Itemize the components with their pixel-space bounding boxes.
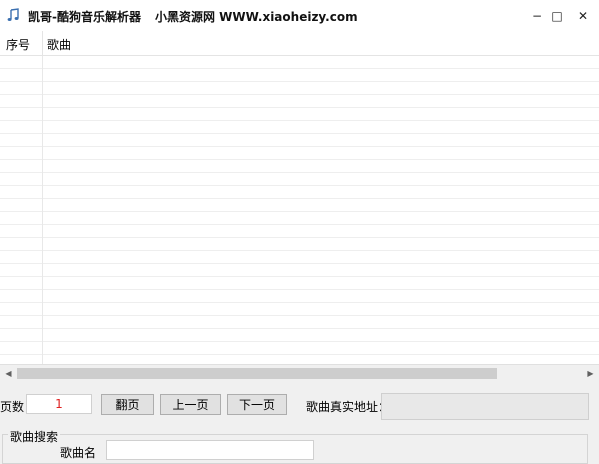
real-url-field[interactable]: [381, 393, 589, 420]
song-name-label: 歌曲名: [60, 446, 97, 460]
prev-page-button[interactable]: 上一页: [160, 394, 221, 415]
real-url-label: 歌曲真实地址：: [306, 400, 391, 414]
title-bar: 凯哥-酷狗音乐解析器 小黑资源网 WWW.xiaoheizy.com − □ ✕: [0, 0, 599, 31]
site-text: 小黑资源网 WWW.xiaoheizy.com: [154, 10, 358, 24]
list-column-divider: [42, 56, 43, 366]
song-name-input[interactable]: [106, 440, 314, 460]
flip-page-button[interactable]: 翻页: [101, 394, 154, 415]
page-label: 页数: [0, 400, 25, 414]
scroll-thumb[interactable]: [17, 368, 497, 379]
song-list[interactable]: 序号 歌曲 ◀ ▶: [0, 31, 599, 382]
horizontal-scrollbar[interactable]: ◀ ▶: [0, 364, 599, 382]
column-header-index[interactable]: 序号: [6, 36, 30, 53]
maximize-icon: □: [551, 8, 563, 23]
list-body[interactable]: [0, 56, 599, 364]
scroll-left-icon[interactable]: ◀: [0, 365, 17, 382]
close-button[interactable]: ✕: [568, 0, 598, 31]
search-group-title: 歌曲搜索: [8, 428, 61, 445]
column-divider[interactable]: [42, 31, 43, 55]
next-page-button[interactable]: 下一页: [227, 394, 287, 415]
window-title: 凯哥-酷狗音乐解析器 小黑资源网 WWW.xiaoheizy.com: [28, 8, 358, 25]
page-number-input[interactable]: 1: [26, 394, 92, 414]
scroll-right-icon[interactable]: ▶: [582, 365, 599, 382]
app-name: 凯哥-酷狗音乐解析器: [28, 10, 141, 24]
music-note-icon: [7, 8, 19, 21]
list-header: 序号 歌曲: [0, 31, 599, 56]
close-icon: ✕: [577, 8, 589, 23]
minimize-icon: −: [531, 8, 543, 23]
column-header-song[interactable]: 歌曲: [47, 36, 71, 53]
